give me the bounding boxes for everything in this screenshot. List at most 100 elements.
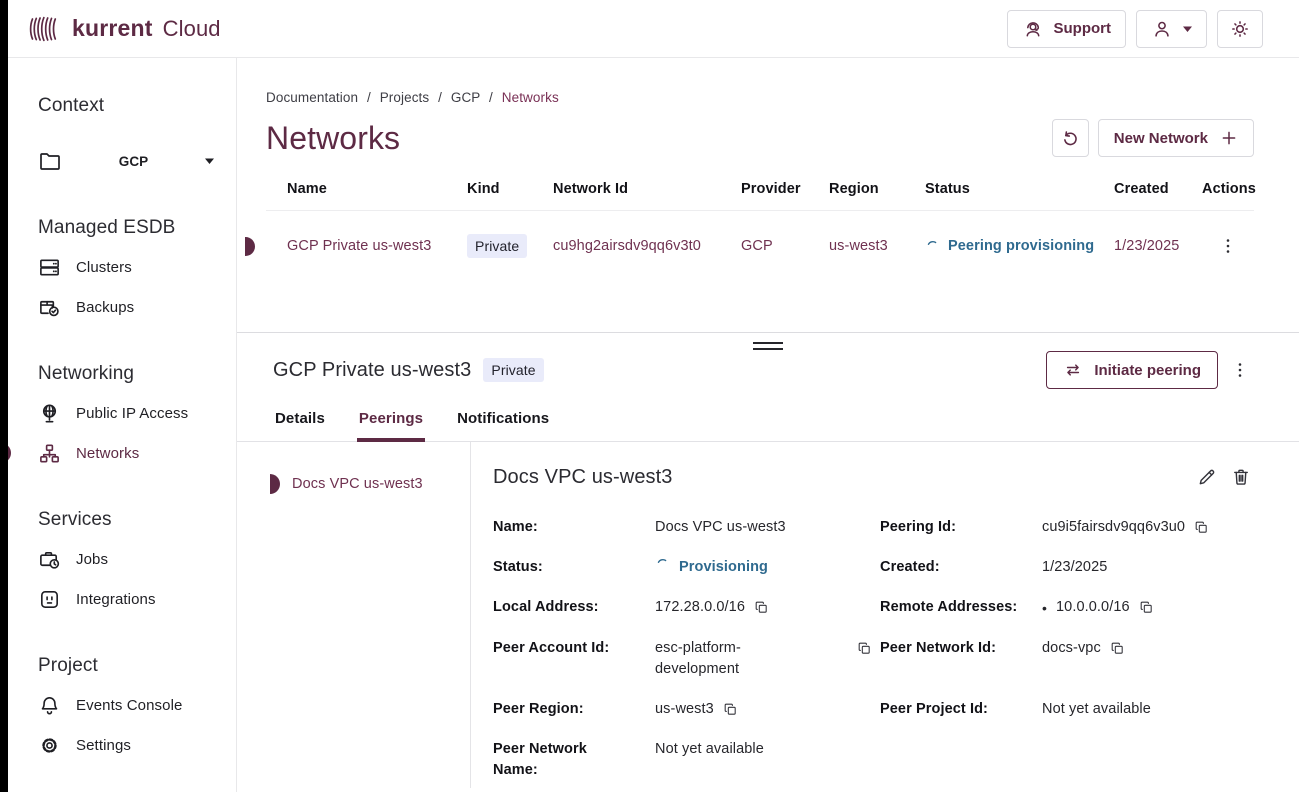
sidebar-item-networks[interactable]: Networks [38, 433, 220, 473]
context-selector[interactable]: GCP [38, 141, 220, 181]
trash-icon [1231, 467, 1251, 487]
sidebar-heading-project: Project [38, 655, 220, 677]
row-selected-indicator [245, 237, 255, 256]
copy-peer-region-button[interactable] [723, 701, 738, 717]
table-row[interactable]: GCP Private us-west3 Private cu9hg2airsd… [266, 211, 1254, 260]
column-header-name: Name [287, 181, 467, 197]
edit-peering-button[interactable] [1194, 464, 1220, 490]
initiate-peering-label: Initiate peering [1094, 362, 1201, 379]
copy-local-address-button[interactable] [754, 599, 769, 615]
kurrent-cloud-logo[interactable]: kurrent Cloud [28, 14, 221, 44]
sidebar-item-jobs[interactable]: Jobs [38, 539, 220, 579]
copy-peering-id-button[interactable] [1194, 519, 1209, 535]
kurrent-logo-icon [28, 14, 64, 44]
new-network-label: New Network [1114, 130, 1208, 147]
folder-icon [38, 149, 62, 173]
copy-icon [723, 702, 738, 717]
sidebar-item-label: Settings [76, 737, 131, 754]
app-header: kurrent Cloud Support [8, 0, 1299, 58]
main-content: Documentation / Projects / GCP / Network… [237, 58, 1299, 792]
kind-badge: Private [467, 234, 527, 258]
sidebar-item-clusters[interactable]: Clusters [38, 247, 220, 287]
panel-title: GCP Private us-west3 [273, 359, 471, 382]
breadcrumb-documentation[interactable]: Documentation [266, 90, 358, 105]
field-label-status: Status: [493, 557, 655, 578]
chevron-down-icon [1183, 26, 1192, 32]
sidebar-item-events-console[interactable]: Events Console [38, 685, 220, 725]
cell-status: Peering provisioning [948, 238, 1094, 254]
networks-table: Name Kind Network Id Provider Region Sta… [266, 181, 1254, 260]
peerings-list: Docs VPC us-west3 [237, 442, 470, 788]
refresh-button[interactable] [1052, 119, 1089, 157]
column-header-network-id: Network Id [553, 181, 741, 197]
breadcrumb-separator: / [438, 90, 442, 105]
panel-kebab-button[interactable] [1226, 356, 1254, 384]
cell-region: us-west3 [829, 238, 925, 254]
user-menu-button[interactable] [1136, 10, 1207, 48]
integrations-outlet-icon [38, 588, 61, 611]
theme-toggle-button[interactable] [1217, 10, 1263, 48]
copy-icon [857, 641, 872, 656]
drag-handle[interactable] [753, 342, 783, 350]
logo-suffix: Cloud [163, 16, 221, 42]
new-network-button[interactable]: New Network [1098, 119, 1254, 157]
peering-fields: Name: Docs VPC us-west3 Peering Id: cu9i… [493, 517, 1254, 781]
sun-icon [1229, 18, 1251, 40]
field-label-peering-id: Peering Id: [880, 517, 1042, 538]
copy-icon [754, 600, 769, 615]
sidebar-item-label: Jobs [76, 551, 108, 568]
user-icon [1151, 18, 1173, 40]
cell-created: 1/23/2025 [1114, 238, 1202, 254]
support-label: Support [1054, 20, 1112, 37]
tab-details[interactable]: Details [273, 402, 327, 442]
breadcrumb-networks-current[interactable]: Networks [502, 90, 559, 105]
field-value-peer-network-name: Not yet available [655, 739, 764, 760]
delete-peering-button[interactable] [1228, 464, 1254, 490]
copy-peer-account-id-button[interactable] [857, 640, 872, 656]
cell-network-id[interactable]: cu9hg2airsdv9qq6v3t0 [553, 238, 741, 254]
breadcrumb-projects[interactable]: Projects [380, 90, 430, 105]
row-actions-kebab-button[interactable] [1214, 232, 1242, 260]
sidebar-item-settings[interactable]: Settings [38, 725, 220, 765]
field-label-peer-network-name: Peer Network Name: [493, 739, 655, 781]
sidebar-heading-managed-esdb: Managed ESDB [38, 217, 220, 239]
cell-network-name[interactable]: GCP Private us-west3 [287, 238, 467, 254]
sidebar-item-label: Events Console [76, 697, 182, 714]
tab-peerings[interactable]: Peerings [357, 402, 425, 442]
peering-list-item[interactable]: Docs VPC us-west3 [237, 467, 470, 501]
swap-arrows-icon [1063, 360, 1083, 380]
left-edge-strip [0, 0, 8, 792]
breadcrumb-gcp[interactable]: GCP [451, 90, 480, 105]
column-header-kind: Kind [467, 181, 553, 197]
field-value-peer-region: us-west3 [655, 699, 714, 720]
tab-notifications[interactable]: Notifications [455, 402, 551, 442]
copy-icon [1139, 600, 1154, 615]
sidebar-item-label: Backups [76, 299, 134, 316]
field-value-peer-project-id: Not yet available [1042, 699, 1151, 720]
gear-icon [38, 734, 61, 757]
sidebar-item-label: Public IP Access [76, 405, 188, 422]
breadcrumb: Documentation / Projects / GCP / Network… [266, 58, 1254, 105]
sidebar-item-label: Clusters [76, 259, 132, 276]
table-header-row: Name Kind Network Id Provider Region Sta… [266, 181, 1254, 211]
copy-peer-network-id-button[interactable] [1110, 640, 1125, 656]
column-header-status: Status [925, 181, 1114, 197]
initiate-peering-button[interactable]: Initiate peering [1046, 351, 1218, 389]
field-label-peer-network-id: Peer Network Id: [880, 638, 1042, 659]
sidebar-item-backups[interactable]: Backups [38, 287, 220, 327]
column-header-region: Region [829, 181, 925, 197]
panel-kind-badge: Private [483, 358, 543, 382]
refresh-icon [1061, 129, 1080, 148]
field-label-local-address: Local Address: [493, 597, 655, 618]
sidebar-item-public-ip-access[interactable]: Public IP Access [38, 393, 220, 433]
jobs-briefcase-icon [38, 548, 61, 571]
kebab-icon [1230, 360, 1250, 380]
sidebar-item-label: Integrations [76, 591, 156, 608]
field-value-created: 1/23/2025 [1042, 557, 1107, 578]
sidebar-item-integrations[interactable]: Integrations [38, 579, 220, 619]
support-button[interactable]: Support [1007, 10, 1127, 48]
cell-provider: GCP [741, 238, 829, 254]
plus-icon [1220, 129, 1238, 147]
copy-remote-addresses-button[interactable] [1139, 599, 1154, 615]
field-value-peering-id: cu9i5fairsdv9qq6v3u0 [1042, 517, 1185, 538]
